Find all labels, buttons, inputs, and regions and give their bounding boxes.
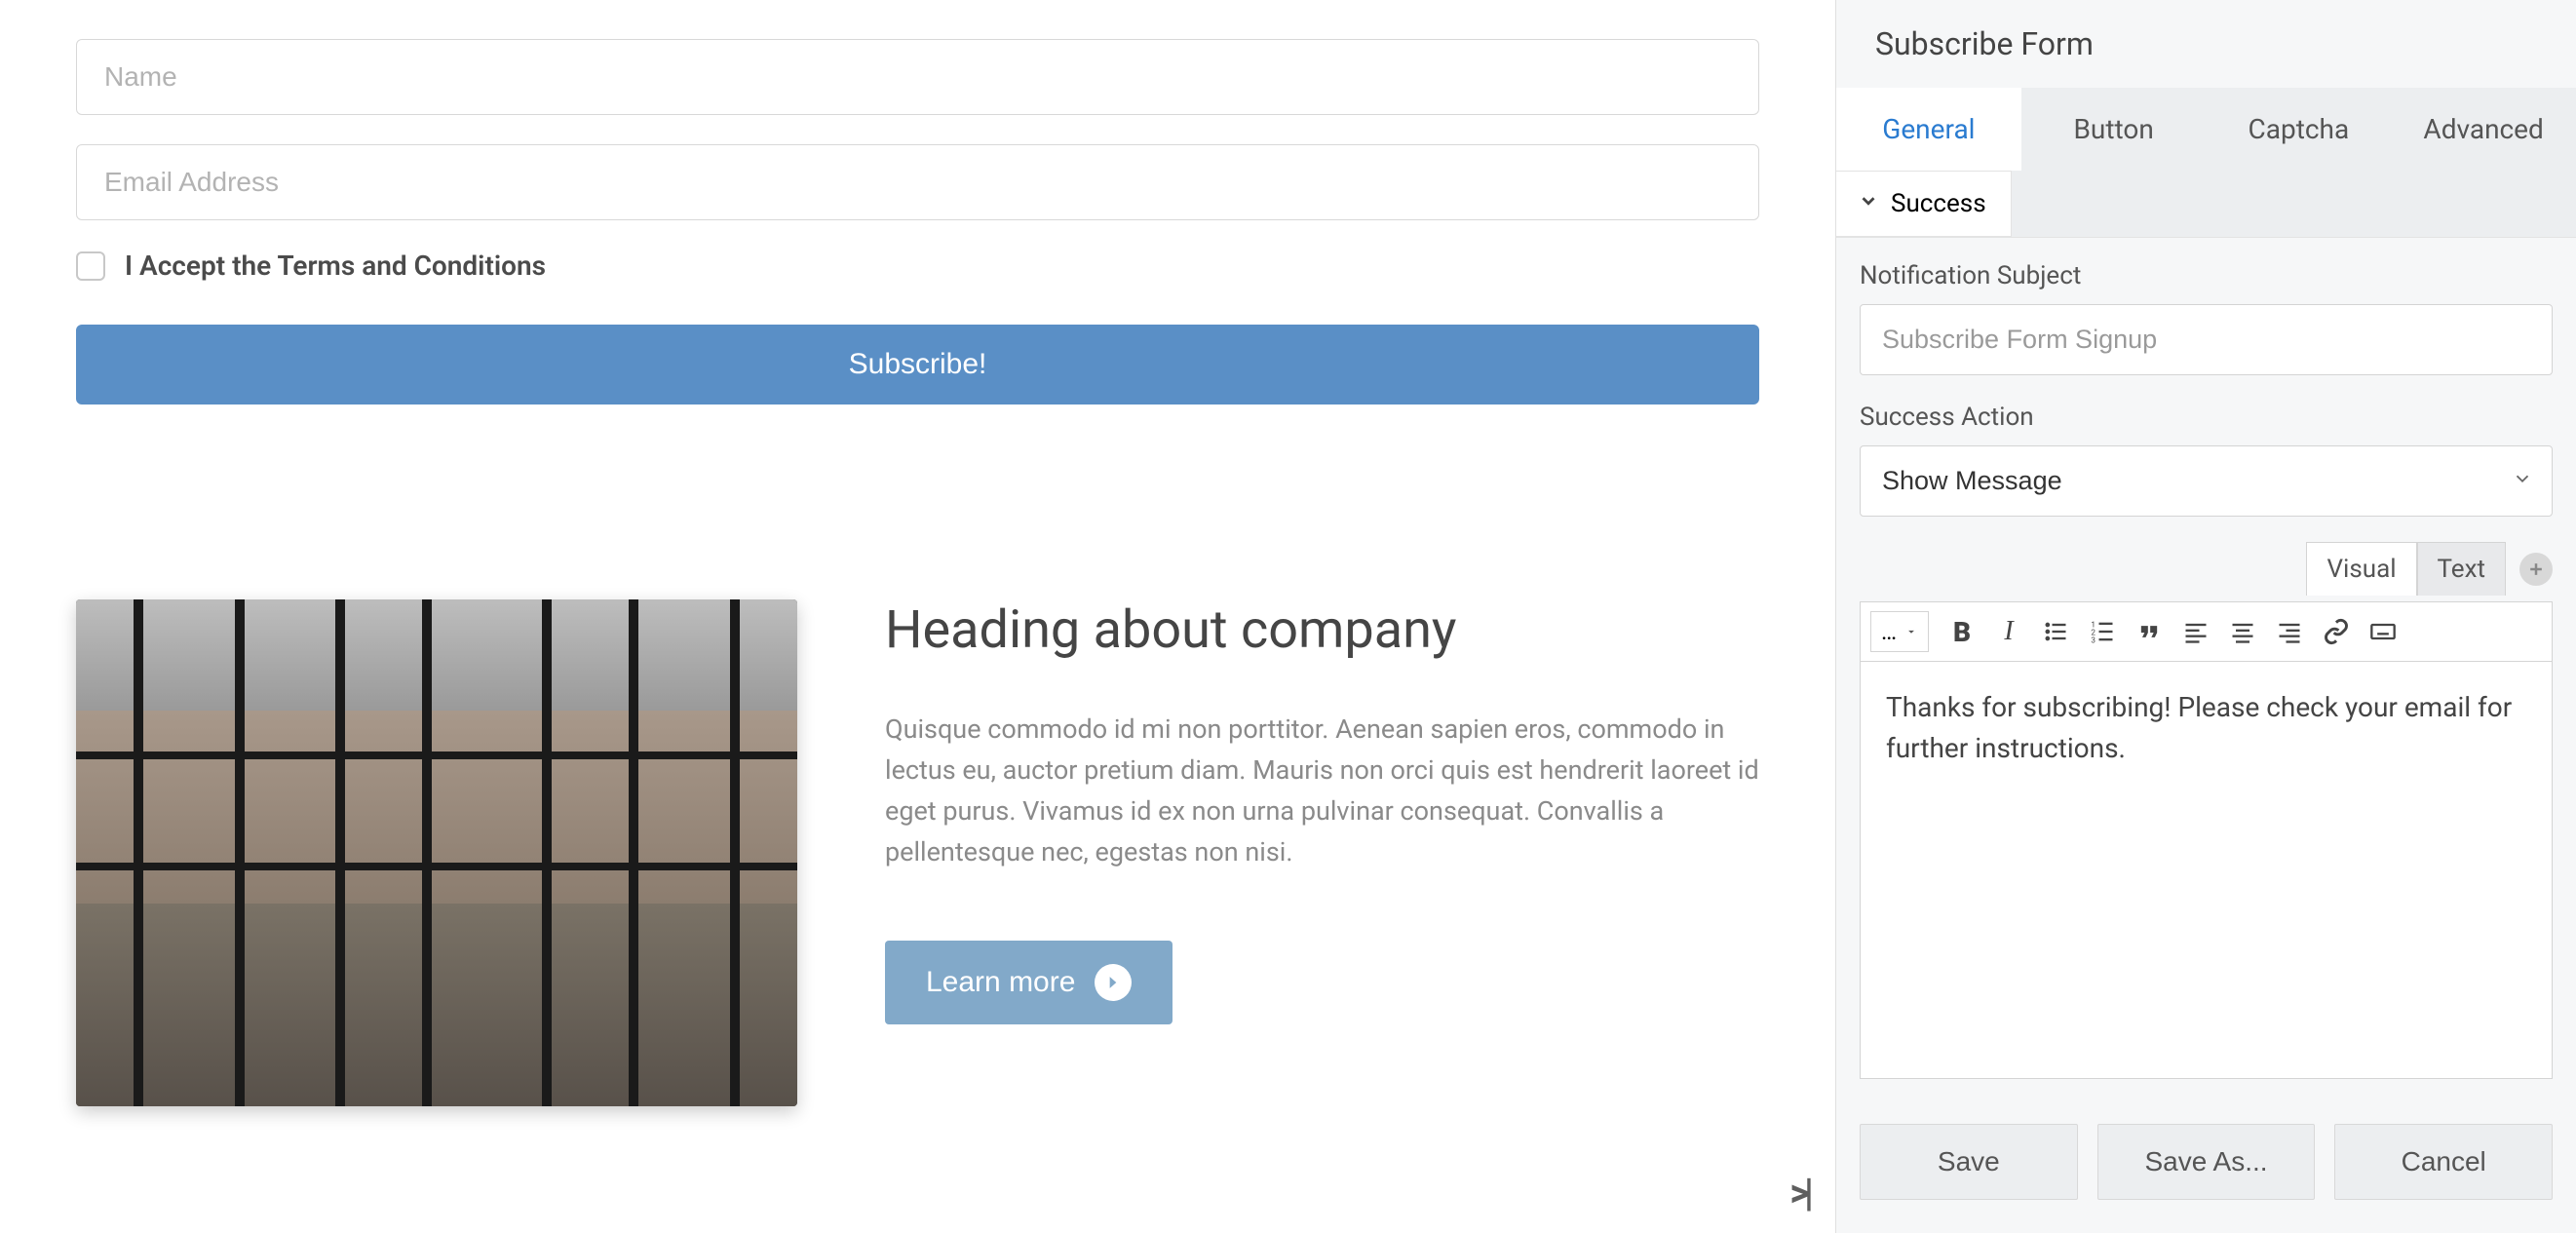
bold-icon[interactable]: B (1941, 610, 1983, 653)
blockquote-icon[interactable] (2128, 610, 2171, 653)
svg-text:3: 3 (2091, 636, 2095, 645)
terms-row: I Accept the Terms and Conditions (76, 250, 1759, 282)
accordion-success[interactable]: Success (1836, 171, 2012, 237)
editor-tab-text[interactable]: Text (2417, 542, 2506, 596)
message-editor: Visual Text … B I 123 (1836, 536, 2576, 1102)
email-input[interactable] (76, 144, 1759, 220)
learn-more-label: Learn more (926, 966, 1075, 999)
editor-tab-visual[interactable]: Visual (2306, 542, 2416, 596)
save-button[interactable]: Save (1860, 1124, 2078, 1200)
company-section: Heading about company Quisque commodo id… (76, 599, 1759, 1106)
terms-label: I Accept the Terms and Conditions (125, 250, 546, 282)
editor-content[interactable]: Thanks for subscribing! Please check you… (1860, 662, 2553, 1079)
italic-icon[interactable]: I (1987, 610, 2030, 653)
footer-buttons: Save Save As... Cancel (1836, 1102, 2576, 1233)
form-email-row (76, 144, 1759, 220)
align-center-icon[interactable] (2221, 610, 2264, 653)
save-as-button[interactable]: Save As... (2097, 1124, 2316, 1200)
learn-more-button[interactable]: Learn more (885, 941, 1173, 1024)
company-image (76, 599, 797, 1106)
add-icon[interactable] (2519, 553, 2553, 586)
subscribe-button[interactable]: Subscribe! (76, 325, 1759, 405)
align-right-icon[interactable] (2268, 610, 2311, 653)
name-input[interactable] (76, 39, 1759, 115)
panel-tabs: General Button Captcha Advanced (1836, 88, 2576, 171)
company-text-block: Heading about company Quisque commodo id… (885, 599, 1759, 1024)
notification-subject-label: Notification Subject (1860, 261, 2553, 290)
company-paragraph: Quisque commodo id mi non porttitor. Aen… (885, 710, 1759, 872)
company-heading: Heading about company (885, 599, 1759, 661)
form-name-row (76, 39, 1759, 115)
bullet-list-icon[interactable] (2034, 610, 2077, 653)
arrow-right-circle-icon (1095, 964, 1132, 1001)
tab-captcha[interactable]: Captcha (2207, 88, 2392, 171)
tab-general[interactable]: General (1836, 88, 2021, 171)
page-preview-canvas: I Accept the Terms and Conditions Subscr… (0, 0, 1835, 1233)
paragraph-format-select[interactable]: … (1870, 611, 1929, 652)
inspector-sidebar: Subscribe Form General Button Captcha Ad… (1835, 0, 2576, 1233)
terms-checkbox[interactable] (76, 251, 105, 281)
editor-mode-tabs: Visual Text (1860, 536, 2553, 601)
caret-down-icon (1904, 625, 1918, 638)
paragraph-select-label: … (1881, 618, 1897, 645)
tab-advanced[interactable]: Advanced (2391, 88, 2576, 171)
editor-toolbar: … B I 123 (1860, 601, 2553, 662)
panel-title: Subscribe Form (1836, 0, 2576, 88)
cancel-button[interactable]: Cancel (2334, 1124, 2553, 1200)
align-left-icon[interactable] (2174, 610, 2217, 653)
tab-button[interactable]: Button (2021, 88, 2207, 171)
accordion-success-label: Success (1891, 189, 1986, 218)
link-icon[interactable] (2315, 610, 2358, 653)
keyboard-icon[interactable] (2362, 610, 2404, 653)
success-action-label: Success Action (1860, 403, 2553, 432)
chevron-down-icon (1858, 189, 1879, 218)
success-section: Notification Subject Success Action (1836, 238, 2576, 536)
panel-collapse-icon[interactable]: >| (1789, 1170, 1808, 1215)
notification-subject-input[interactable] (1860, 304, 2553, 375)
success-action-select[interactable] (1860, 445, 2553, 517)
numbered-list-icon[interactable]: 123 (2081, 610, 2124, 653)
